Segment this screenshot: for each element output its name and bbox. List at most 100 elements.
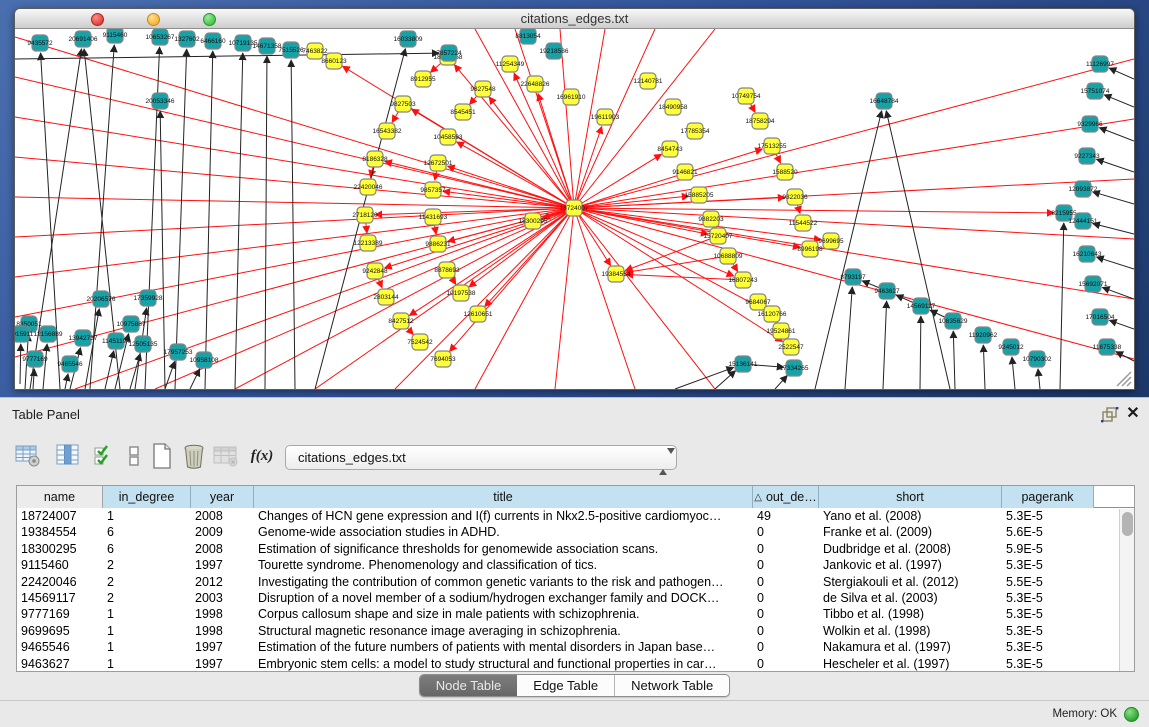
graph-node[interactable]: 18758294 — [746, 113, 775, 129]
column-chooser-icon[interactable] — [54, 442, 82, 470]
graph-node[interactable]: 12505135 — [129, 336, 158, 352]
graph-node[interactable]: 17359928 — [134, 290, 163, 306]
graph-node[interactable]: 8912955 — [410, 71, 436, 87]
vertical-scrollbar[interactable] — [1119, 509, 1134, 671]
graph-node[interactable]: 22648826 — [521, 76, 550, 92]
column-header-in_degree[interactable]: in_degree — [103, 486, 191, 508]
graph-node[interactable]: 12672501 — [424, 155, 453, 171]
column-header-name[interactable]: name — [17, 486, 103, 508]
close-panel-button[interactable]: ✕ — [1124, 404, 1142, 424]
graph-node[interactable]: 15136141 — [729, 356, 758, 372]
graph-node[interactable]: 6466160 — [200, 33, 226, 49]
graph-node[interactable]: 8545451 — [450, 104, 476, 120]
graph-node[interactable]: 2803144 — [373, 289, 399, 305]
table-row[interactable]: 2242004622012Investigating the contribut… — [17, 574, 1134, 590]
selection-check-icon[interactable] — [90, 442, 118, 470]
graph-node[interactable]: 22420046 — [354, 179, 383, 195]
tab-edge-table[interactable]: Edge Table — [517, 675, 614, 696]
graph-node[interactable]: 20053346 — [146, 93, 175, 109]
table-row[interactable]: 911546021997Tourette syndrome. Phenomeno… — [17, 557, 1134, 573]
graph-node[interactable]: 12093872 — [1069, 181, 1098, 197]
graph-node[interactable]: 10653267 — [146, 29, 175, 45]
graph-node[interactable]: 16210643 — [1073, 246, 1102, 262]
graph-node[interactable]: 9435572 — [27, 35, 53, 51]
table-row[interactable]: 946362711997Embryonic stem cells: a mode… — [17, 656, 1134, 672]
graph-node[interactable]: 10197538 — [447, 285, 476, 301]
graph-node[interactable]: 19218586 — [540, 43, 569, 59]
graph-node[interactable]: 11451194 — [102, 333, 130, 349]
column-header-title[interactable]: title — [254, 486, 753, 508]
table-row[interactable]: 969969511998Structural magnetic resonanc… — [17, 623, 1134, 639]
graph-node[interactable]: 9463627 — [874, 283, 900, 299]
network-canvas[interactable]: 1872400718226058891295598275031654338281… — [15, 29, 1134, 389]
graph-node[interactable]: 9827548 — [470, 81, 496, 97]
graph-node[interactable]: 18490958 — [659, 99, 688, 115]
graph-node[interactable]: 14569117 — [907, 298, 936, 314]
graph-node[interactable]: 11431693 — [419, 209, 448, 225]
network-window-titlebar[interactable]: citations_edges.txt — [15, 9, 1134, 29]
graph-node[interactable]: 18807243 — [729, 272, 758, 288]
graph-node[interactable]: 19384554 — [602, 266, 631, 282]
graph-node[interactable]: 16543382 — [373, 123, 402, 139]
graph-node[interactable]: 10749754 — [732, 88, 761, 104]
graph-node[interactable]: 9329966 — [1077, 116, 1103, 132]
row-selector-icon[interactable] — [120, 442, 148, 470]
graph-node[interactable]: 12140781 — [634, 73, 663, 89]
graph-node[interactable]: 17785354 — [681, 123, 710, 139]
column-header-out_de[interactable]: △out_de… — [753, 486, 819, 508]
table-row[interactable]: 1830029562008Estimation of significance … — [17, 541, 1134, 557]
graph-node[interactable]: 15720407 — [704, 228, 733, 244]
network-window[interactable]: citations_edges.txt 18724007182260588912… — [14, 8, 1135, 390]
graph-node[interactable]: 9465546 — [57, 356, 83, 372]
graph-node[interactable]: 1588520 — [772, 164, 798, 180]
graph-node[interactable]: 7524542 — [407, 334, 433, 350]
graph-node[interactable]: 8186328 — [362, 151, 388, 167]
graph-node[interactable]: 9227343 — [1074, 148, 1100, 164]
graph-node[interactable]: 16033809 — [394, 31, 423, 47]
table-row[interactable]: 946554611997Estimation of the future num… — [17, 639, 1134, 655]
graph-node[interactable]: 9245012 — [998, 339, 1024, 355]
graph-node[interactable]: 20691406 — [69, 31, 98, 47]
graph-node[interactable]: 11544522 — [789, 215, 818, 231]
table-row[interactable]: 977716911998Corpus callosum shape and si… — [17, 606, 1134, 622]
graph-node[interactable]: 10975887 — [117, 316, 146, 332]
trash-icon[interactable] — [180, 442, 208, 470]
graph-node[interactable]: 15692071 — [1079, 276, 1108, 292]
table-options-icon[interactable] — [14, 442, 42, 470]
graph-node[interactable]: 17513255 — [758, 138, 787, 154]
graph-node[interactable]: 8793197 — [840, 269, 866, 285]
window-resize-grip[interactable] — [1117, 372, 1131, 386]
graph-node[interactable]: 15751074 — [1081, 83, 1110, 99]
graph-node[interactable]: 1327602 — [174, 31, 200, 47]
graph-node[interactable]: 19524861 — [767, 323, 796, 339]
graph-node[interactable]: 16961910 — [557, 89, 586, 105]
new-document-icon[interactable] — [148, 442, 176, 470]
tab-network-table[interactable]: Network Table — [614, 675, 729, 696]
graph-node[interactable]: 12610651 — [464, 306, 493, 322]
graph-node[interactable]: 11254349 — [496, 56, 525, 72]
function-builder-icon[interactable]: f(x) — [248, 442, 276, 470]
column-header-short[interactable]: short — [819, 486, 1002, 508]
graph-node[interactable]: 7694053 — [430, 351, 456, 367]
graph-node[interactable]: 8878693 — [434, 262, 460, 278]
table-row[interactable]: 1456911722003Disruption of a novel membe… — [17, 590, 1134, 606]
graph-node[interactable]: 9146821 — [672, 164, 698, 180]
table-selector-dropdown[interactable]: citations_edges.txt — [285, 445, 677, 470]
graph-node[interactable]: 11126997 — [1086, 56, 1114, 72]
graph-node[interactable]: 10958108 — [190, 352, 219, 368]
tab-node-table[interactable]: Node Table — [420, 675, 518, 696]
graph-node[interactable]: 19611903 — [591, 109, 620, 125]
graph-node[interactable]: 12213389 — [354, 235, 383, 251]
graph-node[interactable]: 17016504 — [1086, 309, 1115, 325]
graph-node[interactable]: 16648784 — [870, 93, 899, 109]
scrollbar-thumb[interactable] — [1122, 512, 1133, 536]
column-header-year[interactable]: year — [191, 486, 254, 508]
graph-node[interactable]: 7463822 — [302, 43, 328, 59]
column-header-pagerank[interactable]: pagerank — [1002, 486, 1094, 508]
graph-node[interactable]: 17957253 — [164, 344, 193, 360]
graph-node[interactable]: 2718120 — [352, 207, 378, 223]
graph-node[interactable]: 17334265 — [780, 360, 809, 376]
graph-node[interactable]: 10790302 — [1023, 351, 1052, 367]
graph-node[interactable]: 9115460 — [103, 29, 128, 43]
graph-node[interactable]: 11920962 — [969, 327, 998, 343]
